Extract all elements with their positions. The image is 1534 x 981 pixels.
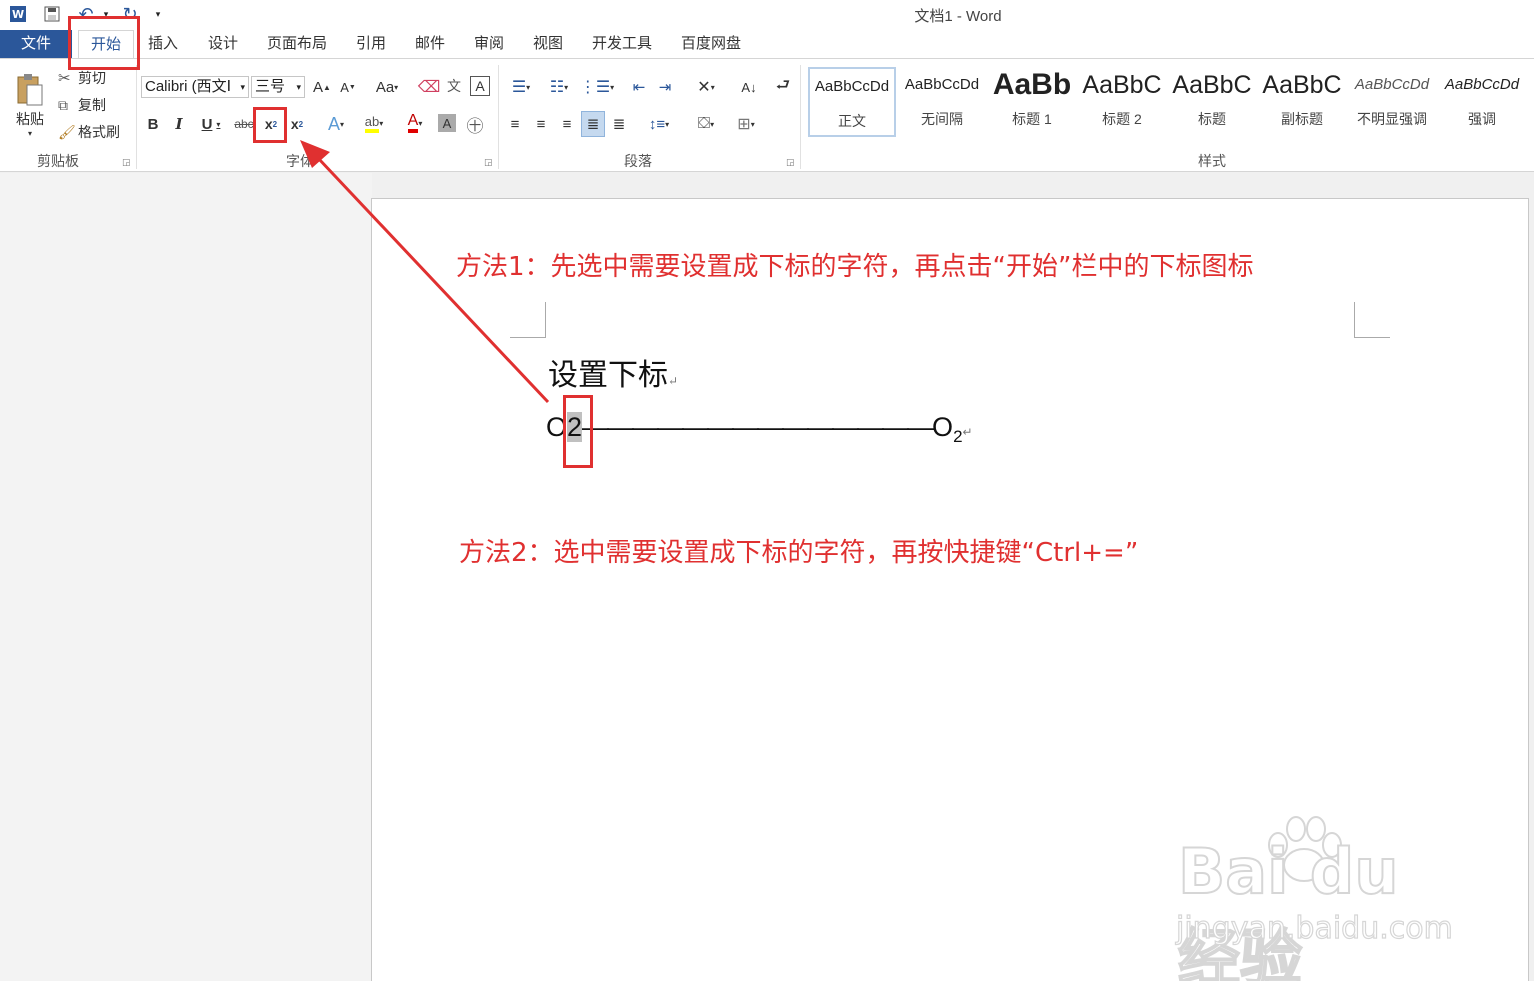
watermark-url: jingyan.baidu.com [1175,910,1453,946]
watermark-logo-text: Bai du 经验 [1177,834,1399,981]
baidu-jingyan-watermark: Bai du 经验 jingyan.baidu.com [1170,815,1460,981]
